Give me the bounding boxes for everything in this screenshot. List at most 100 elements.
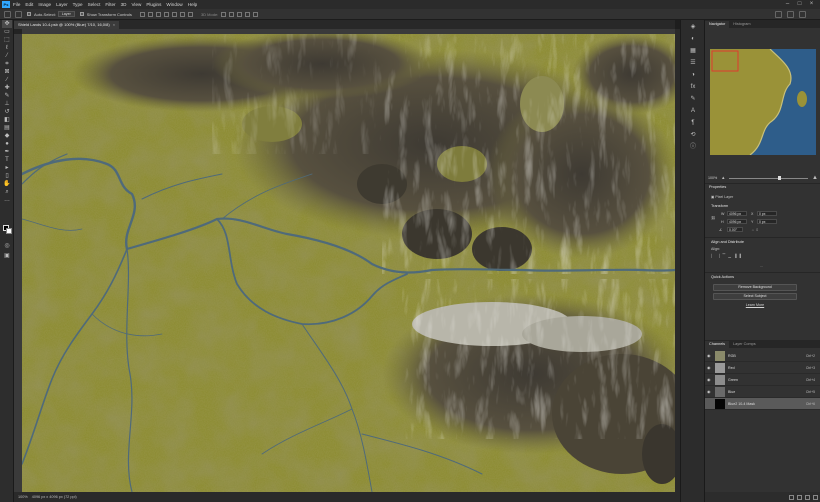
workspace-icon[interactable] (787, 11, 794, 18)
history-brush-tool-icon[interactable]: ↺ (2, 108, 12, 116)
edit-toolbar-icon[interactable]: … (2, 196, 12, 204)
home-icon[interactable] (4, 10, 11, 18)
properties-title[interactable]: Properties (709, 185, 726, 189)
frame-tool-icon[interactable]: ⊠ (2, 68, 12, 76)
libraries-panel-icon[interactable]: ☰ (686, 59, 700, 68)
menu-file[interactable]: File (13, 2, 20, 7)
channel-row-green[interactable]: ◉ Green Ctrl+4 (705, 374, 820, 386)
align-left-icon[interactable] (139, 11, 145, 17)
tab-navigator[interactable]: Navigator (705, 21, 730, 28)
transform-title[interactable]: Transform (711, 204, 728, 208)
link-icon[interactable]: ⛓ (711, 216, 716, 220)
menu-3d[interactable]: 3D (121, 2, 127, 7)
paragraph-panel-icon[interactable]: ¶ (686, 119, 700, 128)
zoom-slider-knob[interactable] (777, 175, 781, 180)
map-canvas[interactable] (22, 34, 675, 492)
close-window-icon[interactable]: × (808, 1, 815, 8)
maximize-icon[interactable]: □ (796, 1, 803, 8)
flip-icons[interactable]: ⇔ ⇕ (751, 228, 759, 232)
y-field[interactable]: 0 px (757, 219, 777, 224)
save-selection-icon[interactable] (797, 494, 802, 500)
align-more[interactable]: ... (760, 264, 763, 268)
blur-tool-icon[interactable]: ◆ (2, 132, 12, 140)
paths-panel-icon[interactable]: ✎ (686, 95, 700, 104)
remove-background-button[interactable]: Remove Background (713, 284, 797, 291)
eraser-tool-icon[interactable]: ◧ (2, 116, 12, 124)
move-tool-icon[interactable]: ✥ (2, 20, 12, 28)
align-distribute-title[interactable]: Align and Distribute (711, 240, 744, 244)
move-tool-preset-icon[interactable] (15, 10, 22, 18)
menu-plugins[interactable]: Plugins (146, 2, 161, 7)
color-panel-icon[interactable]: ◐ (686, 35, 700, 44)
visibility-eye-icon[interactable]: ◉ (707, 389, 713, 394)
stamp-tool-icon[interactable]: ⊥ (2, 100, 12, 108)
menu-select[interactable]: Select (88, 2, 101, 7)
zoom-out-icon[interactable]: ▴ (722, 175, 725, 181)
brush-tool-icon[interactable]: ✎ (2, 92, 12, 100)
menu-image[interactable]: Image (38, 2, 51, 7)
screen-mode-icon[interactable]: ▣ (2, 252, 12, 260)
x-field[interactable]: 0 px (757, 211, 777, 216)
menu-type[interactable]: Type (73, 2, 83, 7)
3d-orbit-icon[interactable] (221, 11, 227, 17)
align-middle-icon[interactable] (171, 11, 177, 17)
3d-slide-icon[interactable] (245, 11, 251, 17)
eyedropper-tool-icon[interactable]: ∕ (2, 76, 12, 84)
learn-more-link[interactable]: Learn More (713, 303, 797, 307)
auto-select-dropdown[interactable]: Layer (57, 11, 75, 17)
document-tab[interactable]: Shield Lands 10-4.psb @ 100% (Blue) 7/10… (14, 21, 120, 29)
channel-row-mask[interactable]: Blue2 10-4 Mask Ctrl+6 (705, 398, 820, 410)
close-tab-icon[interactable]: × (113, 22, 115, 27)
zoom-tool-icon[interactable]: ⌕ (2, 188, 12, 196)
3d-panel-icon[interactable]: ◈ (686, 23, 700, 32)
width-field[interactable]: 4096 px (727, 211, 747, 216)
crop-tool-icon[interactable]: ⌗ (2, 60, 12, 68)
channel-row-red[interactable]: ◉ Red Ctrl+3 (705, 362, 820, 374)
distribute-icon[interactable] (187, 11, 193, 17)
share-icon[interactable] (799, 11, 806, 18)
align-buttons[interactable]: ▏▕▔▁▐▌ (711, 254, 745, 258)
healing-tool-icon[interactable]: ✚ (2, 84, 12, 92)
visibility-eye-icon[interactable]: ◉ (707, 377, 713, 382)
shape-tool-icon[interactable]: ▯ (2, 172, 12, 180)
align-bottom-icon[interactable] (179, 11, 185, 17)
tab-layer-comps[interactable]: Layer Comps (729, 341, 760, 348)
quick-mask-icon[interactable]: ◎ (2, 242, 12, 250)
navigator-zoom-slider[interactable] (728, 175, 809, 180)
gradient-tool-icon[interactable]: ▤ (2, 124, 12, 132)
marquee-tool-icon[interactable]: ⬚ (2, 36, 12, 44)
swatches-panel-icon[interactable]: ▦ (686, 47, 700, 56)
menu-layer[interactable]: Layer (56, 2, 68, 7)
zoom-in-icon[interactable]: ▲ (812, 175, 818, 181)
menu-filter[interactable]: Filter (105, 2, 115, 7)
align-right-icon[interactable] (155, 11, 161, 17)
align-top-icon[interactable] (163, 11, 169, 17)
show-transform-checkbox[interactable] (79, 12, 84, 16)
tab-histogram[interactable]: Histogram (729, 21, 754, 28)
quick-actions-title[interactable]: Quick Actions (711, 275, 734, 279)
3d-pan-icon[interactable] (237, 11, 243, 17)
visibility-eye-icon[interactable]: ◉ (707, 353, 713, 358)
path-select-tool-icon[interactable]: ▸ (2, 164, 12, 172)
navigator-thumbnail[interactable] (710, 49, 816, 155)
background-color-swatch[interactable] (6, 228, 12, 234)
delete-channel-icon[interactable] (813, 494, 818, 500)
adjustments-panel-icon[interactable]: ◑ (686, 71, 700, 80)
minimize-icon[interactable]: – (784, 1, 791, 8)
hand-tool-icon[interactable]: ✋ (2, 180, 12, 188)
navigator-zoom-value[interactable]: 100% (708, 176, 722, 180)
type-tool-icon[interactable]: T (2, 156, 12, 164)
align-center-icon[interactable] (147, 11, 153, 17)
tab-channels[interactable]: Channels (705, 341, 730, 348)
quick-select-tool-icon[interactable]: ⁄ (2, 52, 12, 60)
info-panel-icon[interactable]: ⓘ (686, 143, 700, 152)
height-field[interactable]: 4096 px (727, 219, 747, 224)
pen-tool-icon[interactable]: ✒ (2, 148, 12, 156)
auto-select-checkbox[interactable] (27, 12, 31, 16)
status-zoom[interactable]: 100% (18, 495, 28, 499)
menu-edit[interactable]: Edit (25, 2, 33, 7)
load-selection-icon[interactable] (789, 494, 794, 500)
3d-roll-icon[interactable] (229, 11, 235, 17)
menu-help[interactable]: Help (188, 2, 197, 7)
new-channel-icon[interactable] (805, 494, 810, 500)
